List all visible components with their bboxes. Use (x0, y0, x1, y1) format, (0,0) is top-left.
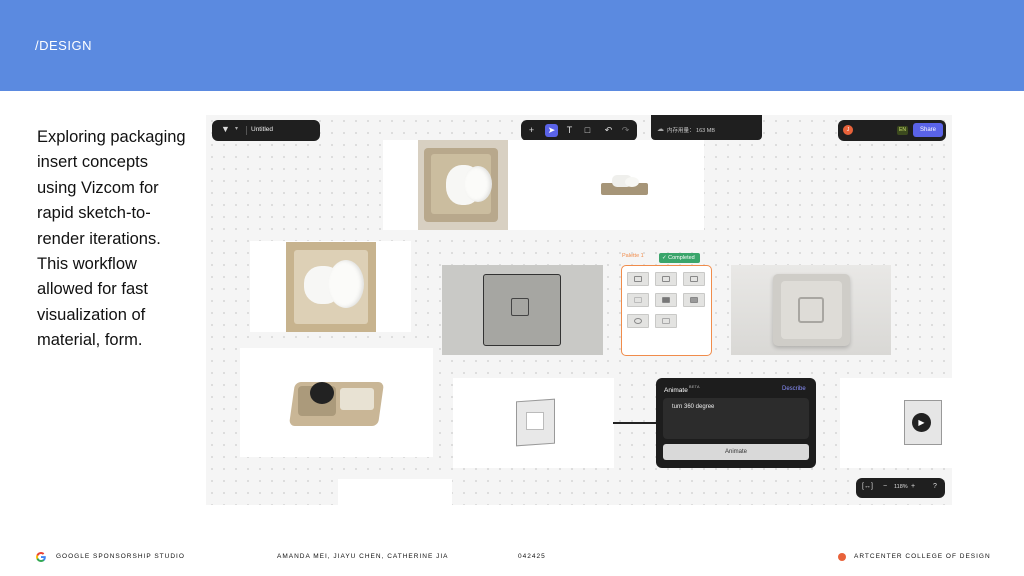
animate-dialog: Animate BETA Describe turn 360 degree An… (656, 378, 816, 468)
zoom-bar: [↔] − 118% + ? (856, 478, 945, 498)
palette-thumbnail[interactable] (655, 314, 677, 328)
share-bar: J EN Share (838, 120, 946, 141)
render-panel-partial[interactable] (338, 479, 452, 505)
memory-usage-text: 内存用量： 163 MB (667, 128, 715, 134)
header-band (0, 0, 1024, 91)
video-panel[interactable]: ▶ (840, 378, 952, 468)
prompt-text[interactable]: turn 360 degree (672, 404, 714, 410)
describe-link[interactable]: Describe (782, 386, 806, 392)
render-panel-square-sketch[interactable] (442, 265, 603, 355)
section-title: /DESIGN (35, 38, 92, 53)
frame-icon[interactable]: □ (581, 124, 594, 137)
help-icon[interactable]: ? (933, 483, 937, 490)
redo-icon[interactable]: ↷ (619, 124, 632, 137)
memory-usage-bar: ☁ 内存用量： 163 MB (651, 115, 762, 140)
palette-thumbnail[interactable] (683, 272, 705, 286)
fit-screen-icon[interactable]: [↔] (862, 483, 873, 490)
completed-badge: ✓ Completed (659, 253, 700, 263)
zoom-level[interactable]: 118% (894, 484, 908, 490)
undo-icon[interactable]: ↶ (602, 124, 615, 137)
render-panel-top[interactable] (383, 140, 704, 230)
vizcom-logo-icon[interactable]: ▼ (221, 124, 230, 134)
connector-line (613, 422, 656, 424)
prompt-input[interactable]: turn 360 degree (663, 398, 809, 439)
cloud-icon: ☁ (657, 126, 664, 133)
beta-label: BETA (689, 385, 700, 389)
zoom-out-icon[interactable]: − (883, 483, 887, 490)
text-icon[interactable]: T (563, 124, 576, 137)
tray-side-render-image (601, 173, 648, 198)
studio-name: GOOGLE SPONSORSHIP STUDIO (56, 553, 185, 560)
completed-label: Completed (668, 255, 695, 261)
palette-thumbnail[interactable] (627, 314, 649, 328)
palette-thumbnail[interactable] (627, 272, 649, 286)
share-button[interactable]: Share (913, 123, 943, 137)
animate-title: Animate (664, 387, 688, 394)
file-name[interactable]: Untitled (251, 126, 273, 133)
chevron-down-icon[interactable]: ▾ (235, 125, 238, 132)
description-text: Exploring packaging insert concepts usin… (37, 128, 186, 350)
render-panel-left[interactable] (250, 241, 411, 332)
select-cursor-icon[interactable]: ➤ (545, 124, 558, 137)
vizcom-canvas-screenshot[interactable]: ▼ ▾ Untitled + ➤ T □ ↶ ↷ ☁ 内存用量： 163 MB … (206, 115, 952, 505)
play-icon[interactable]: ▶ (912, 413, 931, 432)
palette-frame[interactable] (621, 265, 712, 356)
render-panel-tray-perspective[interactable] (240, 348, 433, 457)
tray-top-render-image (286, 242, 376, 332)
animate-button[interactable]: Animate (663, 444, 809, 460)
authors: AMANDA MEI, JIAYU CHEN, CATHERINE JIA (277, 553, 449, 560)
toolbar-divider (246, 126, 247, 135)
artcenter-logo-icon (838, 553, 846, 561)
date-code: 042425 (518, 553, 546, 560)
palette-label[interactable]: Palette 1 (622, 253, 644, 259)
render-panel-square-render[interactable] (731, 265, 891, 355)
tray-render-image (418, 140, 508, 230)
render-panel-frame[interactable] (453, 378, 614, 468)
palette-thumbnail[interactable] (655, 293, 677, 307)
language-badge[interactable]: EN (897, 126, 908, 135)
file-menu-bar[interactable]: ▼ ▾ Untitled (212, 120, 320, 141)
plus-icon[interactable]: + (525, 124, 538, 137)
palette-thumbnail[interactable] (655, 272, 677, 286)
school-name: ARTCENTER COLLEGE OF DESIGN (854, 553, 991, 560)
avatar[interactable]: J (843, 125, 853, 135)
tool-bar: + ➤ T □ ↶ ↷ (521, 120, 637, 141)
palette-thumbnail[interactable] (627, 293, 649, 307)
palette-thumbnail[interactable] (683, 293, 705, 307)
zoom-in-icon[interactable]: + (911, 483, 915, 490)
google-logo-icon (36, 552, 46, 562)
